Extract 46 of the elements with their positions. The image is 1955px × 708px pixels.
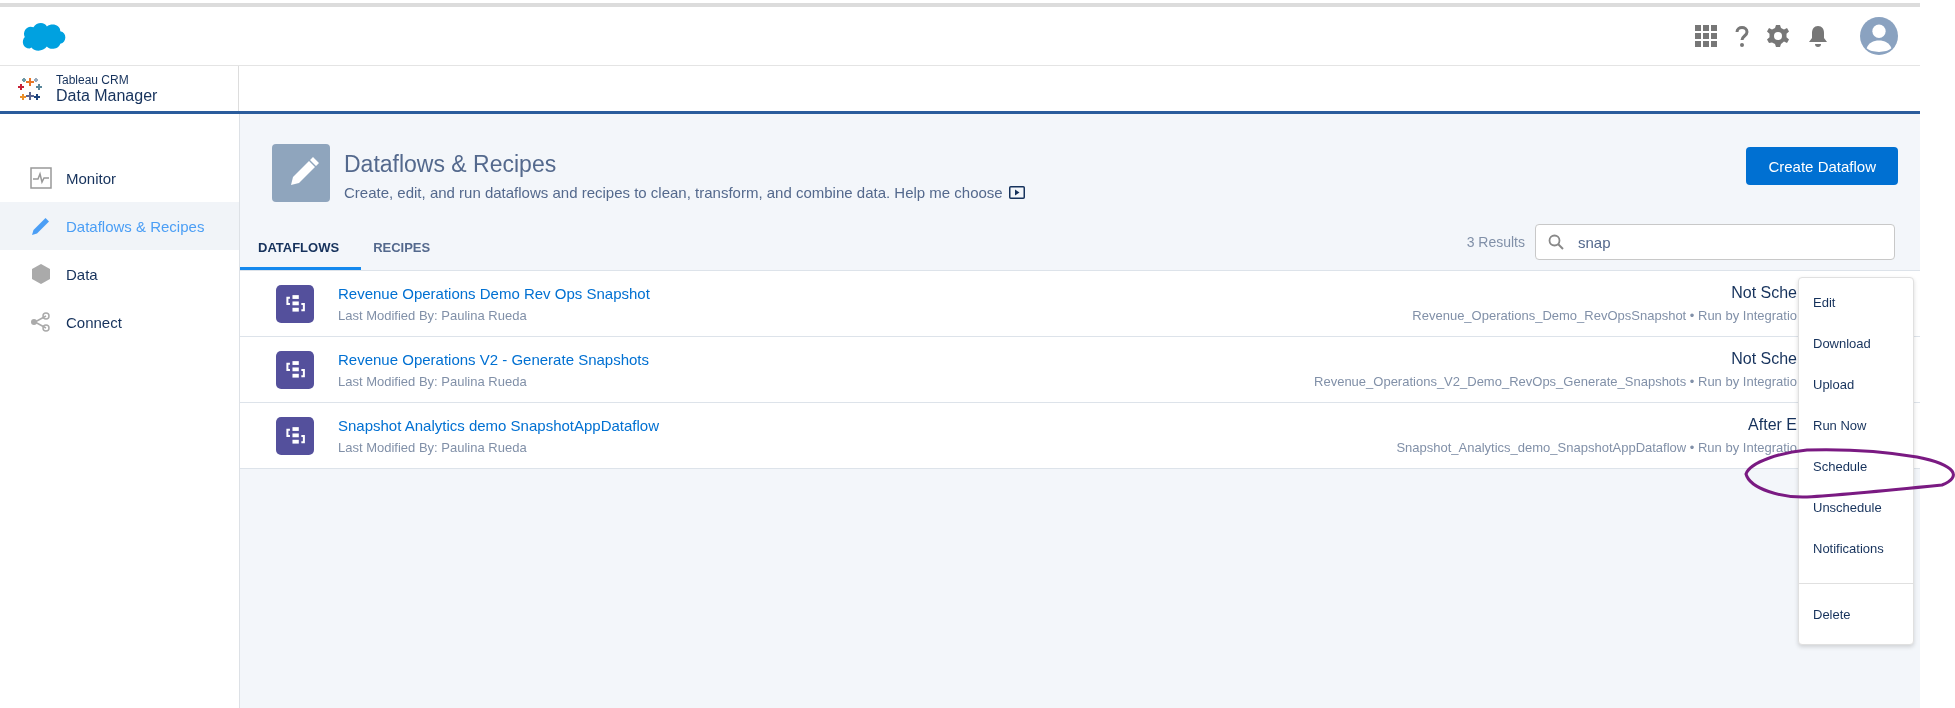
app-name: Data Manager [56,86,158,105]
avatar-icon[interactable] [1860,17,1898,55]
play-video-icon[interactable] [1008,186,1025,199]
sidebar-item[interactable]: Connect [0,298,239,346]
menu-item[interactable]: Edit [1799,282,1913,323]
tab[interactable]: RECIPES [361,240,453,270]
dataflow-icon [276,416,314,455]
pencil-icon [30,215,52,237]
settings-icon[interactable] [1766,24,1790,48]
menu-item[interactable]: Notifications [1799,528,1913,569]
last-modified: Last Modified By: Paulina Rueda [338,439,528,455]
dataflow-details: Revenue_Operations_V2_Demo_RevOps_Generate_Snapshots • Run by Integratio [1314,374,1797,389]
dataflow-details: Revenue_Operations_Demo_RevOpsSnapshot • Run by Integratio [1412,308,1797,323]
search-icon [1548,234,1564,250]
sidebar-item[interactable]: Monitor [0,154,239,202]
dataflow-link[interactable]: Snapshot Analytics demo SnapshotAppDataflow [338,416,1397,434]
dataflow-icon [276,350,314,389]
notification-bell-icon[interactable] [1806,24,1830,48]
search-input[interactable]: snap [1576,232,1870,252]
sidebar-item[interactable]: Data [0,250,239,298]
dataflow-details: Snapshot_Analytics_demo_SnapshotAppDataflow • Run by Integratio [1396,440,1797,455]
menu-item[interactable]: Download [1799,323,1913,364]
menu-item[interactable]: Delete [1799,583,1913,638]
menu-item[interactable]: Run Now [1799,405,1913,446]
schedule-status: After E [1748,416,1797,434]
dataflow-link[interactable]: Revenue Operations Demo Rev Ops Snapshot [338,284,1413,302]
page-description: Create, edit, and run dataflows and recipes to clean, transform, and combine data. Help me choose [344,184,1003,201]
app-grid-icon[interactable] [1694,24,1718,48]
menu-item[interactable]: Upload [1799,364,1913,405]
dataflow-icon [276,284,314,323]
schedule-status: Not Sche [1731,350,1797,368]
menu-item[interactable]: Unschedule [1799,487,1913,528]
pencil-icon [272,144,330,202]
share-icon [30,311,52,333]
last-modified: Last Modified By: Paulina Rueda [338,373,528,389]
create-dataflow-button[interactable]: Create Dataflow [1746,147,1898,185]
pulse-monitor-icon [30,167,52,189]
schedule-status: Not Sche [1731,284,1797,302]
hexagon-icon [30,263,52,285]
results-count: 3 Results [1466,234,1525,250]
last-modified: Last Modified By: Paulina Rueda [338,307,528,323]
page-title: Dataflows & Recipes [344,151,558,178]
dataflow-link[interactable]: Revenue Operations V2 - Generate Snapshots [338,350,1315,368]
help-icon[interactable] [1734,24,1750,48]
product-name: Tableau CRM [56,72,130,87]
search-field[interactable]: snap [1535,224,1895,260]
